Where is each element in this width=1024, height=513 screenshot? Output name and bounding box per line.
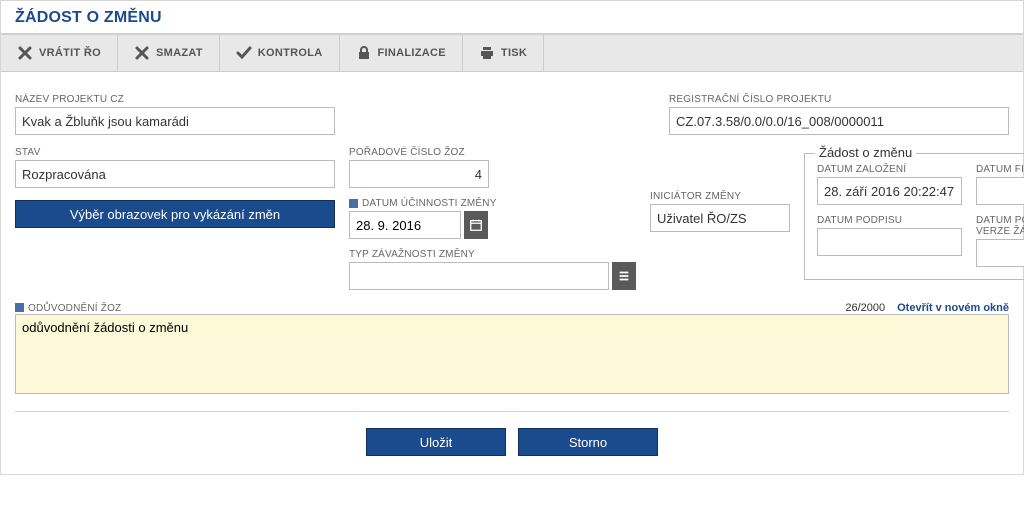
storno-button[interactable]: Storno bbox=[518, 428, 658, 456]
zadost-o-zmenu-box: Žádost o změnu DATUM ZALOŽENÍ 28. září 2… bbox=[804, 153, 1024, 280]
datum-podani-label: DATUM PODÁNÍ AKTUÁLNÍ VERZE ŽÁDOSTI bbox=[976, 215, 1024, 237]
poradove-label: POŘADOVÉ ČÍSLO ŽOZ bbox=[349, 147, 636, 158]
typ-zavaznosti-field bbox=[349, 262, 609, 290]
char-count: 26/2000 bbox=[845, 302, 897, 314]
typ-zavaznosti-label: TYP ZÁVAŽNOSTI ZMĚNY bbox=[349, 249, 636, 260]
smazat-button[interactable]: SMAZAT bbox=[118, 35, 220, 71]
toolbar-label: KONTROLA bbox=[258, 47, 323, 59]
list-icon[interactable] bbox=[612, 262, 636, 290]
datum-podani-field bbox=[976, 239, 1024, 267]
oduvodneni-label: ODŮVODNĚNÍ ŽOZ bbox=[15, 303, 121, 314]
oduvodneni-textarea[interactable] bbox=[15, 314, 1009, 394]
stav-label: STAV bbox=[15, 147, 335, 158]
reg-cislo-label: REGISTRAČNÍ ČÍSLO PROJEKTU bbox=[669, 94, 1009, 105]
open-new-window-link[interactable]: Otevřít v novém okně bbox=[897, 302, 1009, 314]
print-icon bbox=[479, 45, 495, 61]
zadost-legend: Žádost o změnu bbox=[815, 145, 916, 160]
toolbar-label: FINALIZACE bbox=[378, 47, 446, 59]
datum-zalozeni-label: DATUM ZALOŽENÍ bbox=[817, 164, 962, 175]
ulozit-button[interactable]: Uložit bbox=[366, 428, 506, 456]
toolbar-label: VRÁTIT ŘO bbox=[39, 47, 101, 59]
datum-finalizace-field bbox=[976, 177, 1024, 205]
nazev-projektu-label: NÁZEV PROJEKTU CZ bbox=[15, 94, 655, 105]
datum-zalozeni-field: 28. září 2016 20:22:47 bbox=[817, 177, 962, 205]
x-icon bbox=[17, 45, 33, 61]
page-title: ŽÁDOST O ZMĚNU bbox=[1, 1, 1023, 35]
stav-field: Rozpracována bbox=[15, 160, 335, 188]
form-area: NÁZEV PROJEKTU CZ Kvak a Žbluňk jsou kam… bbox=[1, 72, 1023, 474]
toolbar-label: SMAZAT bbox=[156, 47, 203, 59]
iniciator-field: Uživatel ŘO/ZS bbox=[650, 204, 790, 232]
check-icon bbox=[236, 45, 252, 61]
finalizace-button[interactable]: FINALIZACE bbox=[340, 35, 463, 71]
kontrola-button[interactable]: KONTROLA bbox=[220, 35, 340, 71]
toolbar-label: TISK bbox=[501, 47, 527, 59]
iniciator-label: INICIÁTOR ZMĚNY bbox=[650, 191, 790, 202]
calendar-icon[interactable] bbox=[464, 211, 488, 239]
divider bbox=[15, 411, 1009, 412]
vyber-obrazovek-button[interactable]: Výběr obrazovek pro vykázání změn bbox=[15, 200, 335, 228]
toolbar: VRÁTIT ŘO SMAZAT KONTROLA FINALIZACE TIS… bbox=[1, 35, 1023, 72]
datum-finalizace-label: DATUM FINALIZACE bbox=[976, 164, 1024, 175]
datum-podpisu-field bbox=[817, 228, 962, 256]
vratit-ro-button[interactable]: VRÁTIT ŘO bbox=[1, 35, 118, 71]
x-icon bbox=[134, 45, 150, 61]
datum-ucinnosti-input[interactable] bbox=[349, 211, 461, 239]
form-actions: Uložit Storno bbox=[15, 420, 1009, 464]
poradove-field: 4 bbox=[349, 160, 489, 188]
datum-ucinnosti-label: DATUM ÚČINNOSTI ZMĚNY bbox=[349, 198, 636, 209]
nazev-projektu-field: Kvak a Žbluňk jsou kamarádi bbox=[15, 107, 335, 135]
tisk-button[interactable]: TISK bbox=[463, 35, 544, 71]
reg-cislo-field: CZ.07.3.58/0.0/0.0/16_008/0000011 bbox=[669, 107, 1009, 135]
lock-icon bbox=[356, 45, 372, 61]
datum-podpisu-label: DATUM PODPISU bbox=[817, 215, 962, 226]
